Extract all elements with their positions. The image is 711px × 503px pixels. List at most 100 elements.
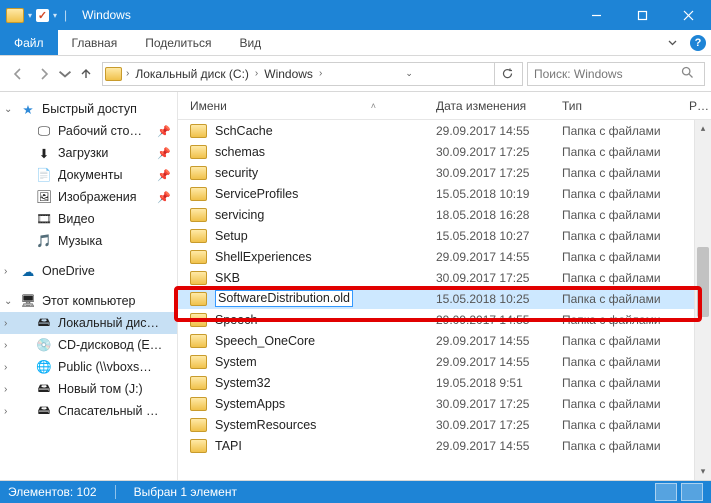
refresh-button[interactable] [494, 63, 520, 85]
scroll-thumb[interactable] [697, 247, 709, 317]
table-row[interactable]: Speech29.09.2017 14:55Папка с файлами [178, 309, 711, 330]
chevron-right-icon[interactable]: › [4, 362, 7, 373]
file-type: Папка с файлами [562, 124, 711, 138]
scroll-up-icon[interactable]: ▴ [695, 120, 711, 137]
chevron-right-icon[interactable]: › [4, 340, 7, 351]
column-size[interactable]: Р… [689, 99, 711, 113]
chevron-right-icon[interactable]: › [4, 318, 7, 329]
chevron-down-icon[interactable]: ⌄ [4, 104, 12, 115]
table-row[interactable]: Setup15.05.2018 10:27Папка с файлами [178, 225, 711, 246]
file-type: Папка с файлами [562, 145, 711, 159]
search-placeholder: Поиск: Windows [534, 67, 681, 81]
tab-home[interactable]: Главная [58, 30, 132, 55]
properties-icon[interactable]: ✓ [36, 9, 49, 22]
chevron-right-icon[interactable]: › [317, 68, 324, 79]
view-details-button[interactable] [655, 483, 677, 501]
chevron-right-icon[interactable]: › [253, 68, 260, 79]
address-bar[interactable]: › Локальный диск (C:) › Windows › ⌄ [102, 62, 523, 86]
sidebar-drive-item[interactable]: ›🌐Public (\\vboxs… [0, 356, 177, 378]
rename-input[interactable]: SoftwareDistribution.old [215, 290, 353, 307]
back-button[interactable] [6, 62, 30, 86]
forward-button[interactable] [32, 62, 56, 86]
scroll-down-icon[interactable]: ▾ [695, 463, 711, 480]
sidebar-item[interactable]: 🎞Видео [0, 208, 177, 230]
tab-view[interactable]: Вид [225, 30, 275, 55]
qat-dropdown-icon[interactable]: ▾ [28, 11, 32, 20]
sidebar-this-pc[interactable]: ⌄ 🖥 Этот компьютер [0, 290, 177, 312]
address-dropdown-icon[interactable]: ⌄ [399, 68, 419, 79]
folder-icon [190, 187, 207, 201]
chevron-right-icon[interactable]: › [4, 266, 7, 277]
file-name: schemas [215, 145, 265, 159]
table-row[interactable]: System3219.05.2018 9:51Папка с файлами [178, 372, 711, 393]
table-row[interactable]: SchCache29.09.2017 14:55Папка с файлами [178, 120, 711, 141]
ribbon-expand-icon[interactable] [659, 30, 685, 55]
sidebar-drive-item[interactable]: ›🖴Спасательный … [0, 400, 177, 422]
breadcrumb-folder[interactable]: Windows [260, 67, 317, 81]
chevron-right-icon[interactable]: › [4, 384, 7, 395]
column-date[interactable]: Дата изменения [436, 99, 562, 113]
chevron-down-icon[interactable]: ⌄ [4, 296, 12, 307]
file-name: ServiceProfiles [215, 187, 298, 201]
file-date: 30.09.2017 17:25 [436, 166, 562, 180]
sidebar-drive-item[interactable]: ›💿CD-дисковод (E… [0, 334, 177, 356]
computer-icon: 🖥 [20, 293, 36, 309]
recent-dropdown-icon[interactable] [58, 62, 72, 86]
file-date: 29.09.2017 14:55 [436, 355, 562, 369]
folder-icon [190, 292, 207, 306]
sidebar-item[interactable]: 🖵Рабочий сто…📌 [0, 120, 177, 142]
table-row[interactable]: ShellExperiences29.09.2017 14:55Папка с … [178, 246, 711, 267]
folder-icon [190, 439, 207, 453]
folder-icon [190, 229, 207, 243]
sidebar-item[interactable]: ⬇Загрузки📌 [0, 142, 177, 164]
scrollbar-vertical[interactable]: ▴ ▾ [694, 120, 711, 480]
table-row[interactable]: System29.09.2017 14:55Папка с файлами [178, 351, 711, 372]
sidebar-item[interactable]: 🖼Изображения📌 [0, 186, 177, 208]
table-row[interactable]: TAPI29.09.2017 14:55Папка с файлами [178, 435, 711, 456]
folder-icon [190, 313, 207, 327]
sidebar-onedrive[interactable]: › ☁ OneDrive [0, 260, 177, 282]
file-name: servicing [215, 208, 264, 222]
table-row[interactable]: servicing18.05.2018 16:28Папка с файлами [178, 204, 711, 225]
qat-expand-icon[interactable]: ▾ [53, 11, 57, 20]
up-button[interactable] [74, 62, 98, 86]
tab-share[interactable]: Поделиться [131, 30, 225, 55]
chevron-right-icon[interactable]: › [124, 68, 131, 79]
table-row[interactable]: security30.09.2017 17:25Папка с файлами [178, 162, 711, 183]
tab-file[interactable]: Файл [0, 30, 58, 55]
maximize-button[interactable] [619, 0, 665, 30]
search-input[interactable]: Поиск: Windows [527, 62, 705, 86]
sidebar-item-label: Видео [58, 212, 95, 226]
close-button[interactable] [665, 0, 711, 30]
table-row[interactable]: SoftwareDistribution.old15.05.2018 10:25… [178, 288, 711, 309]
minimize-button[interactable] [573, 0, 619, 30]
file-date: 30.09.2017 17:25 [436, 418, 562, 432]
breadcrumb-disk[interactable]: Локальный диск (C:) [131, 67, 253, 81]
item-icon: 🖼 [36, 189, 52, 205]
folder-icon [190, 166, 207, 180]
column-type[interactable]: Тип [562, 99, 689, 113]
file-list: Имени˄ Дата изменения Тип Р… SchCache29.… [178, 92, 711, 480]
chevron-right-icon[interactable]: › [4, 406, 7, 417]
file-name: SKB [215, 271, 240, 285]
table-row[interactable]: Speech_OneCore29.09.2017 14:55Папка с фа… [178, 330, 711, 351]
sidebar-drive-item[interactable]: ›🖴Новый том (J:) [0, 378, 177, 400]
table-row[interactable]: SKB30.09.2017 17:25Папка с файлами [178, 267, 711, 288]
table-row[interactable]: ServiceProfiles15.05.2018 10:19Папка с ф… [178, 183, 711, 204]
table-row[interactable]: schemas30.09.2017 17:25Папка с файлами [178, 141, 711, 162]
file-date: 30.09.2017 17:25 [436, 271, 562, 285]
help-button[interactable]: ? [685, 30, 711, 55]
sidebar-item[interactable]: 📄Документы📌 [0, 164, 177, 186]
table-row[interactable]: SystemResources30.09.2017 17:25Папка с ф… [178, 414, 711, 435]
table-row[interactable]: SystemApps30.09.2017 17:25Папка с файлам… [178, 393, 711, 414]
sidebar-quick-access[interactable]: ⌄ ★ Быстрый доступ [0, 98, 177, 120]
navigation-bar: › Локальный диск (C:) › Windows › ⌄ Поис… [0, 56, 711, 92]
sidebar-item[interactable]: 🎵Музыка [0, 230, 177, 252]
pin-icon: 📌 [157, 191, 171, 204]
sidebar-drive-item[interactable]: ›🖴Локальный дис… [0, 312, 177, 334]
sidebar-item-label: Локальный дис… [58, 316, 159, 330]
column-name[interactable]: Имени˄ [190, 99, 436, 113]
file-type: Папка с файлами [562, 166, 711, 180]
view-icons-button[interactable] [681, 483, 703, 501]
folder-icon [190, 208, 207, 222]
